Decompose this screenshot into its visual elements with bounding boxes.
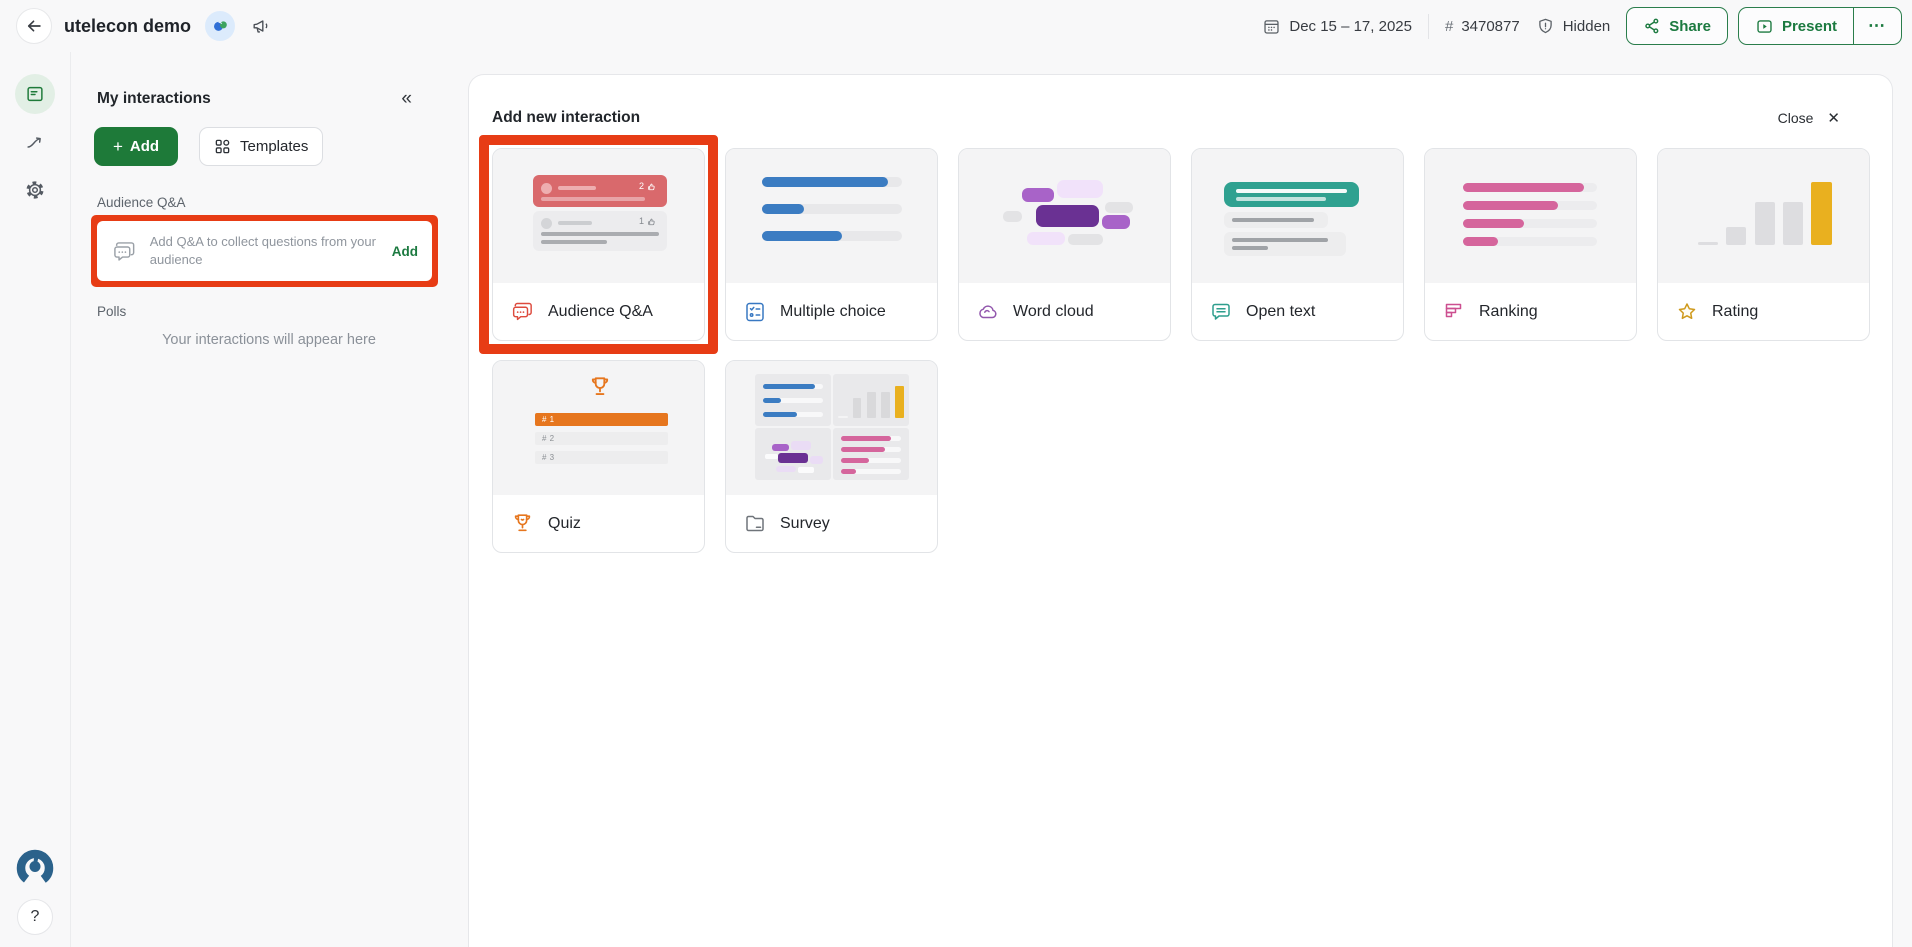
interactions-icon bbox=[24, 83, 46, 105]
rating-illustration bbox=[1658, 149, 1869, 283]
plus-icon: + bbox=[113, 137, 123, 157]
collapse-panel-icon[interactable]: « bbox=[401, 89, 412, 108]
qa-tutorial-highlight: Add Q&A to collect questions from your a… bbox=[91, 215, 438, 287]
left-nav-rail: ? bbox=[0, 52, 71, 947]
open-text-icon bbox=[1209, 300, 1233, 324]
ranking-icon bbox=[1442, 300, 1466, 324]
teams-integration-icon bbox=[205, 11, 235, 41]
event-dates-label: Dec 15 – 17, 2025 bbox=[1289, 18, 1412, 35]
card-label: Open text bbox=[1246, 303, 1315, 321]
ranking-illustration bbox=[1425, 149, 1636, 283]
topbar: utelecon demo Dec 15 – 17, 2025 # 347087… bbox=[0, 0, 1912, 52]
ellipsis-icon: ⋯ bbox=[1868, 16, 1887, 36]
nav-analytics[interactable] bbox=[15, 122, 55, 162]
quiz-rank-row: # 2 bbox=[535, 432, 668, 445]
interaction-card-word-cloud[interactable]: Word cloud bbox=[958, 148, 1171, 341]
event-meta: Dec 15 – 17, 2025 # 3470877 Hidden bbox=[1262, 14, 1610, 39]
question-votes: 2 bbox=[639, 181, 656, 191]
question-votes: 1 bbox=[639, 216, 656, 226]
trending-up-icon bbox=[24, 131, 46, 153]
event-code-value: 3470877 bbox=[1461, 18, 1519, 35]
panel-title: My interactions bbox=[97, 90, 211, 108]
polls-section-label: Polls bbox=[97, 304, 444, 319]
my-interactions-panel: My interactions « + Add Templates Audien… bbox=[71, 52, 468, 947]
card-label: Audience Q&A bbox=[548, 303, 653, 321]
interaction-card-open-text[interactable]: Open text bbox=[1191, 148, 1404, 341]
close-button[interactable]: Close ✕ bbox=[1778, 109, 1840, 127]
empty-state-text: Your interactions will appear here bbox=[94, 332, 444, 348]
add-interaction-panel: Add new interaction Close ✕ 2 1 bbox=[468, 74, 1893, 947]
hash-icon: # bbox=[1445, 18, 1453, 35]
quiz-trophy-icon bbox=[510, 511, 535, 536]
announcement-icon[interactable] bbox=[251, 16, 271, 36]
multiple-choice-illustration bbox=[726, 149, 937, 283]
trophy-icon bbox=[587, 374, 613, 400]
help-button[interactable]: ? bbox=[17, 899, 53, 935]
back-button[interactable] bbox=[16, 8, 52, 44]
word-cloud-illustration bbox=[959, 149, 1170, 283]
close-icon: ✕ bbox=[1827, 109, 1840, 127]
calendar-icon bbox=[1262, 17, 1281, 36]
quiz-rank-row: # 1 bbox=[535, 413, 668, 426]
interaction-card-quiz[interactable]: # 1 # 2 # 3 Quiz bbox=[492, 360, 705, 553]
present-split-button: Present ⋯ bbox=[1738, 7, 1902, 45]
add-interaction-button[interactable]: + Add bbox=[94, 127, 178, 166]
open-text-illustration bbox=[1192, 149, 1403, 283]
present-button[interactable]: Present bbox=[1739, 8, 1853, 44]
quiz-rank-row: # 3 bbox=[535, 451, 668, 464]
event-dates[interactable]: Dec 15 – 17, 2025 bbox=[1262, 17, 1412, 36]
shield-alert-icon bbox=[1536, 17, 1555, 36]
event-code[interactable]: # 3470877 bbox=[1445, 18, 1520, 35]
grid-icon bbox=[214, 138, 231, 155]
card-label: Survey bbox=[780, 515, 830, 533]
speech-bubble-icon bbox=[111, 238, 138, 265]
survey-folder-icon bbox=[743, 512, 767, 536]
card-label: Multiple choice bbox=[780, 303, 886, 321]
qa-hint-card: Add Q&A to collect questions from your a… bbox=[97, 221, 432, 281]
nav-interactions[interactable] bbox=[15, 74, 55, 114]
share-button[interactable]: Share bbox=[1626, 7, 1728, 45]
interaction-card-ranking[interactable]: Ranking bbox=[1424, 148, 1637, 341]
interaction-card-rating[interactable]: Rating bbox=[1657, 148, 1870, 341]
share-icon bbox=[1643, 17, 1661, 35]
thumbs-up-icon bbox=[647, 217, 656, 226]
interaction-card-survey[interactable]: Survey bbox=[725, 360, 938, 553]
arrow-left-icon bbox=[24, 16, 44, 36]
interaction-card-multiple-choice[interactable]: Multiple choice bbox=[725, 148, 938, 341]
visibility-label: Hidden bbox=[1563, 18, 1611, 35]
word-cloud-icon bbox=[976, 300, 1000, 324]
panel-heading: Add new interaction bbox=[492, 109, 640, 127]
divider bbox=[1428, 14, 1429, 39]
app-logo bbox=[13, 845, 57, 889]
interaction-cards-grid: 2 1 Audience Q&A bbox=[492, 148, 1872, 553]
card-label: Ranking bbox=[1479, 303, 1538, 321]
visibility-status[interactable]: Hidden bbox=[1536, 17, 1611, 36]
card-label: Rating bbox=[1712, 303, 1758, 321]
card-label: Quiz bbox=[548, 515, 581, 533]
audience-qa-illustration: 2 1 bbox=[493, 149, 704, 283]
qa-add-link[interactable]: Add bbox=[392, 244, 418, 259]
audience-qa-icon bbox=[510, 299, 535, 324]
card-label: Word cloud bbox=[1013, 303, 1094, 321]
event-title: utelecon demo bbox=[64, 16, 191, 37]
present-more-button[interactable]: ⋯ bbox=[1853, 8, 1901, 44]
thumbs-up-icon bbox=[647, 182, 656, 191]
survey-illustration bbox=[726, 361, 937, 495]
nav-settings[interactable] bbox=[15, 170, 55, 210]
qa-hint-text: Add Q&A to collect questions from your a… bbox=[150, 233, 380, 269]
present-icon bbox=[1755, 17, 1774, 36]
question-mark-icon: ? bbox=[31, 908, 40, 926]
multiple-choice-icon bbox=[743, 300, 767, 324]
quiz-illustration: # 1 # 2 # 3 bbox=[493, 361, 704, 495]
templates-button[interactable]: Templates bbox=[199, 127, 323, 166]
rating-star-icon bbox=[1675, 300, 1699, 324]
interaction-card-audience-qa[interactable]: 2 1 Audience Q&A bbox=[492, 148, 705, 341]
gear-icon bbox=[24, 179, 46, 201]
qa-section-label: Audience Q&A bbox=[97, 195, 444, 210]
